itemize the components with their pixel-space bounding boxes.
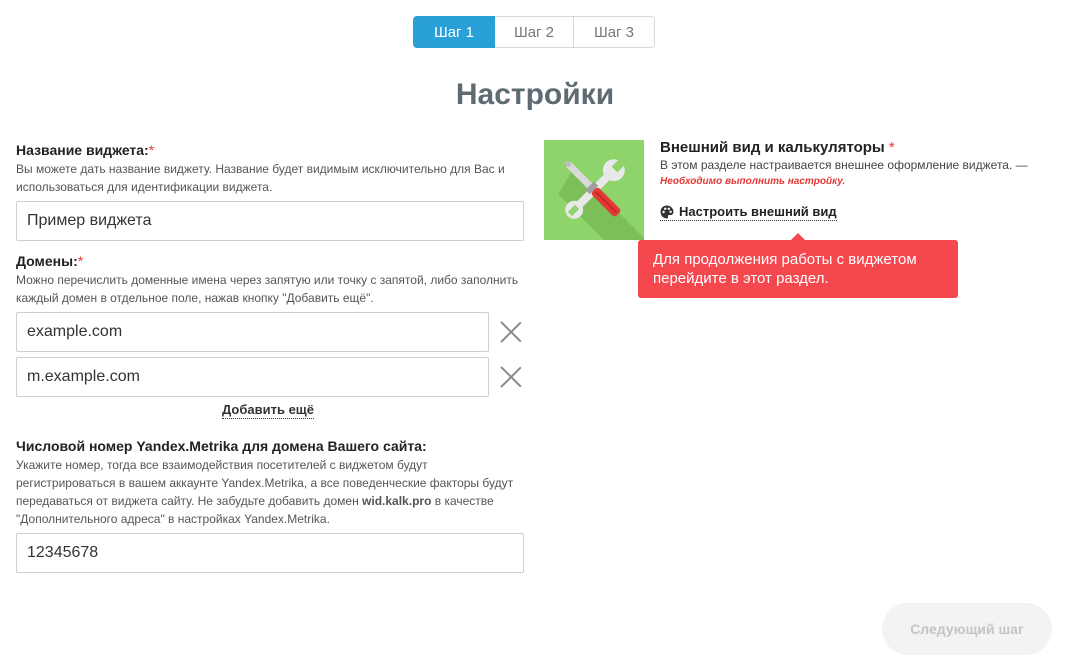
palette-icon bbox=[660, 205, 674, 218]
configure-appearance-label: Настроить внешний вид bbox=[679, 204, 837, 219]
tab-step-2[interactable]: Шаг 2 bbox=[495, 16, 574, 48]
next-step-button[interactable]: Следующий шаг bbox=[882, 603, 1052, 655]
tools-icon bbox=[558, 158, 644, 240]
tab-step-3[interactable]: Шаг 3 bbox=[574, 16, 655, 48]
required-mark: * bbox=[148, 142, 155, 158]
metrika-label: Числовой номер Yandex.Metrika для домена… bbox=[16, 438, 427, 454]
widget-name-help: Вы можете дать название виджету. Названи… bbox=[16, 162, 505, 194]
metrika-input[interactable] bbox=[16, 533, 524, 573]
domains-help: Можно перечислить доменные имена через з… bbox=[16, 273, 519, 305]
domains-label-text: Домены: bbox=[16, 253, 78, 269]
tab-step-1[interactable]: Шаг 1 bbox=[413, 16, 495, 48]
appearance-tile[interactable] bbox=[544, 140, 644, 240]
metrika-help: Укажите номер, тогда все взаимодействия … bbox=[16, 456, 526, 528]
alert-tooltip: Для продолжения работы с виджетом перейд… bbox=[638, 240, 958, 298]
domains-label: Домены:* bbox=[16, 253, 83, 269]
widget-name-label: Название виджета:* bbox=[16, 142, 154, 158]
appearance-description: В этом разделе настраивается внешнее офо… bbox=[660, 158, 1028, 172]
widget-name-label-text: Название виджета: bbox=[16, 142, 149, 158]
required-mark: * bbox=[888, 139, 895, 156]
configure-appearance-link[interactable]: Настроить внешний вид bbox=[660, 204, 837, 221]
domain-input-1[interactable] bbox=[16, 312, 489, 352]
appearance-warning: Необходимо выполнить настройку. bbox=[660, 176, 846, 187]
page-title: Настройки bbox=[455, 78, 615, 111]
remove-domain-2-icon[interactable] bbox=[499, 365, 523, 389]
remove-domain-1-icon[interactable] bbox=[499, 320, 523, 344]
domain-input-2[interactable] bbox=[16, 357, 489, 397]
appearance-title-text: Внешний вид и калькуляторы bbox=[660, 139, 885, 156]
metrika-help-domain: wid.kalk.pro bbox=[362, 494, 432, 508]
add-domain-button[interactable]: Добавить ещё bbox=[222, 402, 315, 419]
step-tabs: Шаг 1 Шаг 2 Шаг 3 bbox=[413, 16, 655, 48]
appearance-title: Внешний вид и калькуляторы * bbox=[660, 139, 895, 156]
required-mark: * bbox=[77, 253, 84, 269]
widget-name-input[interactable] bbox=[16, 201, 524, 241]
